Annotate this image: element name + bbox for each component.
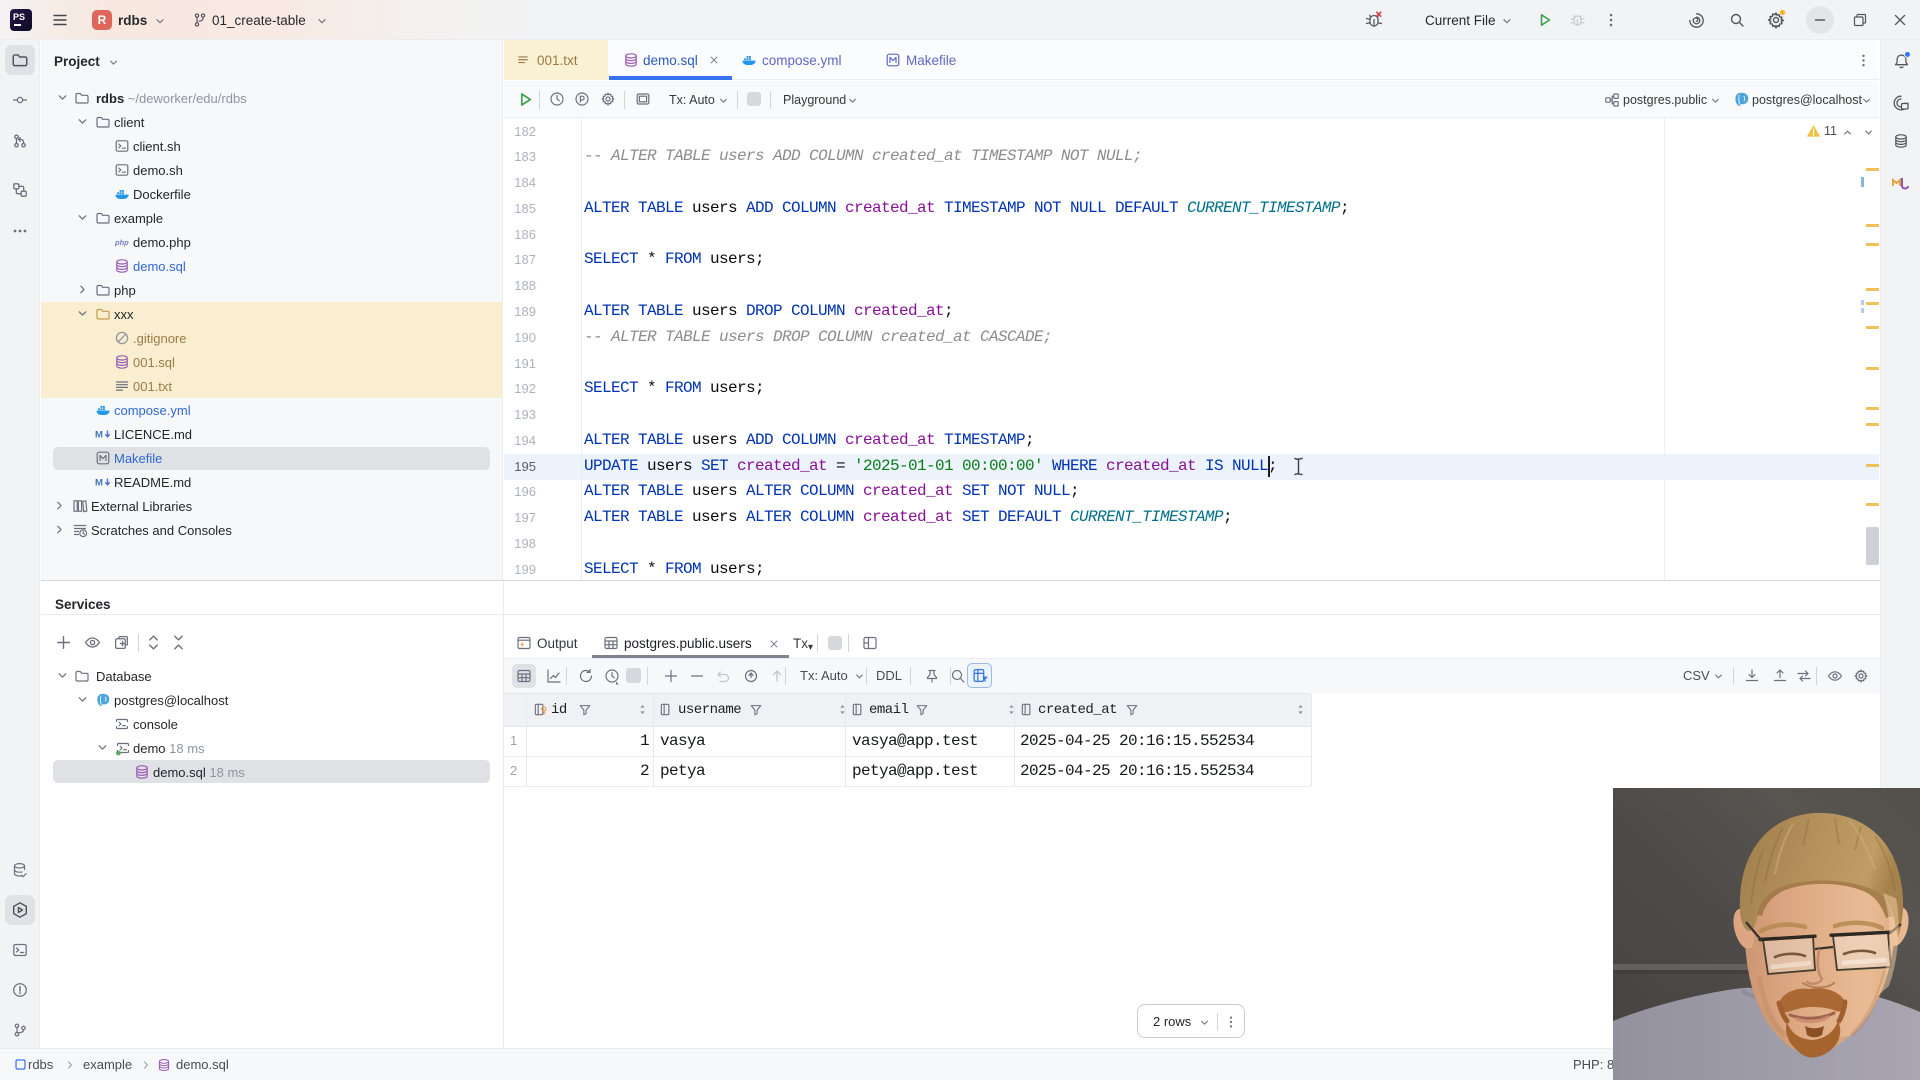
svg-text:php: php — [114, 238, 129, 247]
svg-text:M: M — [95, 478, 103, 489]
svg-text:M: M — [95, 430, 103, 441]
